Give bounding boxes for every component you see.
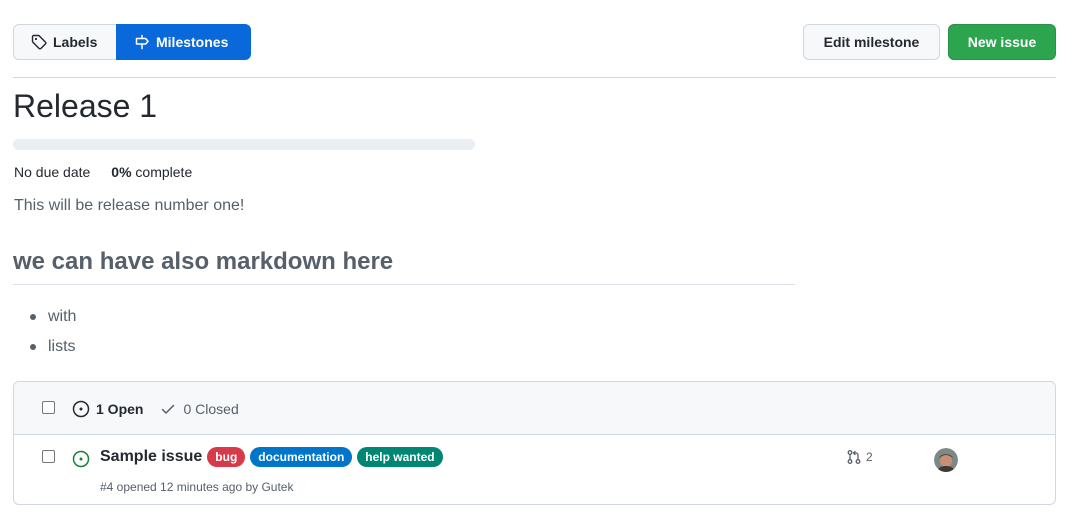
linked-pull-requests[interactable]: 2 xyxy=(846,449,873,465)
issues-box: 1 Open 0 Closed Sample issue bug documen… xyxy=(13,381,1056,505)
issue-row: Sample issue bug documentation help want… xyxy=(14,435,1055,504)
issue-title-link[interactable]: Sample issue xyxy=(100,448,202,466)
milestone-meta: No due date 0% complete xyxy=(14,163,192,181)
milestone-description: This will be release number one! xyxy=(14,197,245,214)
labels-tab-label: Labels xyxy=(53,34,98,50)
open-issues-label: 1 Open xyxy=(96,401,144,417)
due-date: No due date xyxy=(14,164,91,180)
completion-percent: 0% xyxy=(111,164,132,180)
issue-title-line: Sample issue bug documentation help want… xyxy=(100,447,443,467)
markdown-heading-rule xyxy=(13,284,795,285)
completion-suffix: complete xyxy=(135,164,193,180)
check-icon xyxy=(162,404,175,414)
milestone-icon xyxy=(135,34,149,50)
issue-meta: #4 opened 12 minutes ago by Gutek xyxy=(100,480,294,494)
new-issue-button[interactable]: New issue xyxy=(948,24,1056,60)
open-issues-tab[interactable]: 1 Open xyxy=(72,399,143,419)
issues-header: 1 Open 0 Closed xyxy=(14,382,1055,435)
milestone-title: Release 1 xyxy=(13,88,158,124)
closed-issues-tab[interactable]: 0 Closed xyxy=(159,399,239,419)
issue-state-tabs: 1 Open 0 Closed xyxy=(72,399,239,419)
issue-label-bug[interactable]: bug xyxy=(207,447,246,467)
milestone-actions: Edit milestone New issue xyxy=(803,24,1056,60)
closed-issues-label: 0 Closed xyxy=(183,401,239,417)
subnav: Labels Milestones xyxy=(13,24,251,60)
issue-checkbox[interactable] xyxy=(42,450,55,463)
markdown-list: with lists xyxy=(14,305,76,365)
list-item: with xyxy=(14,305,76,335)
select-all-checkbox[interactable] xyxy=(42,401,55,414)
milestones-tab-label: Milestones xyxy=(156,34,229,50)
assignee-avatar[interactable] xyxy=(934,448,958,472)
completion: 0% complete xyxy=(111,163,192,181)
issue-label-help-wanted[interactable]: help wanted xyxy=(357,447,443,467)
issue-open-icon xyxy=(72,400,90,418)
list-item: lists xyxy=(14,335,76,365)
tag-icon xyxy=(31,34,47,50)
issue-open-icon xyxy=(72,450,90,468)
markdown-heading: we can have also markdown here xyxy=(13,248,394,275)
pull-request-icon xyxy=(847,450,861,464)
labels-tab[interactable]: Labels xyxy=(13,24,116,60)
header-divider xyxy=(13,77,1056,78)
user-avatar-icon xyxy=(934,448,958,472)
edit-milestone-button[interactable]: Edit milestone xyxy=(803,24,940,60)
milestone-progress-bar xyxy=(13,139,475,150)
milestones-tab[interactable]: Milestones xyxy=(116,24,251,60)
linked-pr-count: 2 xyxy=(866,450,873,464)
issue-label-documentation[interactable]: documentation xyxy=(250,447,353,467)
